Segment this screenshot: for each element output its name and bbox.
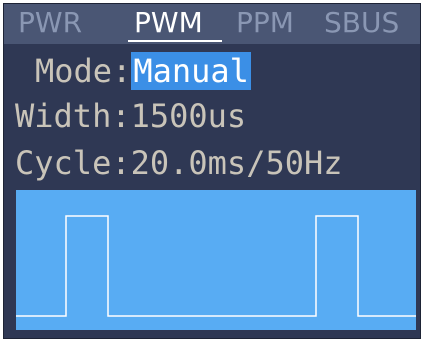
width-value[interactable]: 1500us — [131, 97, 247, 135]
pwm-waveform-line — [16, 215, 416, 317]
width-label: Width: — [15, 97, 131, 135]
tab-bar: PWR PWM PPM SBUS — [4, 4, 420, 44]
pwm-screen: PWR PWM PPM SBUS Mode:Manual Width:1500u… — [3, 3, 421, 339]
mode-row[interactable]: Mode:Manual — [35, 52, 251, 90]
waveform-svg — [16, 215, 416, 317]
mode-label: Mode: — [35, 52, 132, 90]
waveform-plot — [16, 190, 416, 330]
tab-pwm[interactable]: PWM — [134, 6, 203, 40]
tab-pwr[interactable]: PWR — [18, 6, 82, 40]
cycle-row[interactable]: Cycle:20.0ms/50Hz — [15, 144, 343, 182]
width-row[interactable]: Width:1500us — [15, 97, 246, 135]
tab-sbus[interactable]: SBUS — [324, 6, 399, 40]
mode-value[interactable]: Manual — [131, 52, 251, 90]
active-tab-indicator — [128, 40, 222, 42]
cycle-value[interactable]: 20.0ms/50Hz — [131, 144, 343, 182]
tab-ppm[interactable]: PPM — [236, 6, 294, 40]
cycle-label: Cycle: — [15, 144, 131, 182]
